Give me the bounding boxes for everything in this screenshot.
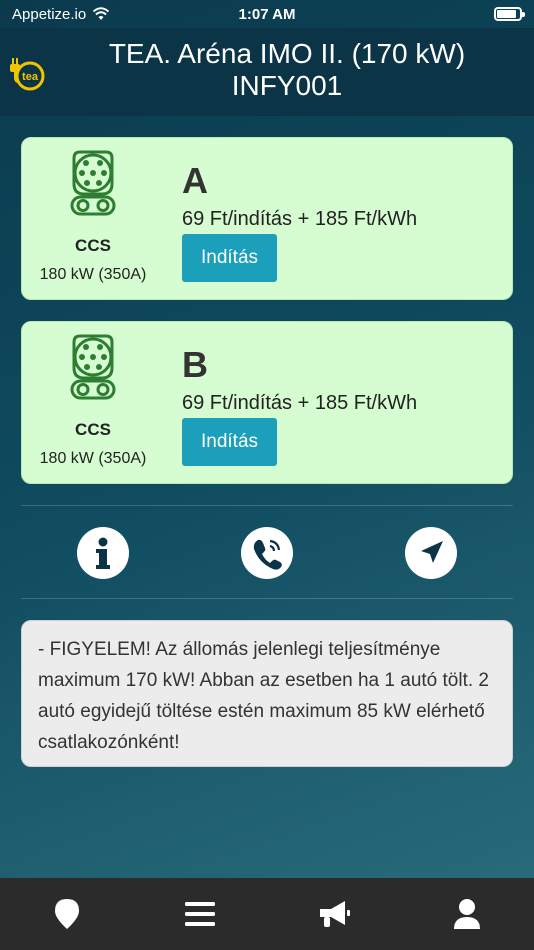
tab-map[interactable] — [37, 884, 97, 944]
tab-bar — [0, 878, 534, 950]
tab-list[interactable] — [170, 884, 230, 944]
tab-profile[interactable] — [437, 884, 497, 944]
menu-icon — [185, 902, 216, 926]
connector-type: CCS — [75, 420, 111, 439]
call-button[interactable] — [241, 527, 293, 579]
user-icon — [454, 899, 481, 929]
connector-price: 69 Ft/indítás + 185 Ft/kWh — [182, 392, 418, 414]
station-id: INFY001 — [231, 70, 343, 101]
info-icon — [96, 537, 110, 569]
ccs-connector-icon — [70, 334, 116, 400]
station-name: TEA. Aréna IMO II. (170 kW) — [108, 38, 466, 69]
info-button[interactable] — [77, 527, 129, 579]
tea-logo[interactable]: tea — [8, 54, 46, 92]
tab-news[interactable] — [304, 884, 364, 944]
ccs-connector-icon — [70, 150, 116, 216]
status-left: Appetize.io — [12, 6, 110, 23]
connector-type: CCS — [75, 236, 111, 255]
phone-icon — [253, 539, 282, 570]
notice-text: - FIGYELEM! Az állomás jelenlegi teljesí… — [38, 639, 489, 753]
connector-price: 69 Ft/indítás + 185 Ft/kWh — [182, 208, 418, 230]
connector-letter: A — [182, 160, 208, 201]
navigation-arrow-icon — [421, 541, 443, 563]
connector-power: 180 kW (350A) — [39, 266, 147, 283]
connector-letter: B — [182, 344, 208, 385]
station-title: TEA. Aréna IMO II. (170 kW) INFY001 — [50, 38, 524, 102]
start-charging-button-b[interactable]: Indítás — [182, 418, 277, 466]
start-charging-button-a[interactable]: Indítás — [182, 234, 277, 282]
wifi-icon — [93, 7, 110, 20]
connector-card-b: CCS 180 kW (350A) B 69 Ft/indítás + 185 … — [21, 321, 513, 484]
connector-power: 180 kW (350A) — [39, 450, 147, 467]
navigate-button[interactable] — [405, 527, 457, 579]
map-pin-icon — [54, 899, 79, 929]
status-bar: Appetize.io 1:07 AM — [0, 0, 534, 28]
station-notice: - FIGYELEM! Az állomás jelenlegi teljesí… — [21, 620, 513, 767]
logo-text: tea — [22, 71, 39, 83]
app-header: tea TEA. Aréna IMO II. (170 kW) INFY001 — [0, 28, 534, 116]
divider-bottom — [21, 598, 513, 599]
battery-icon — [494, 7, 525, 21]
connector-card-a: CCS 180 kW (350A) A 69 Ft/indítás + 185 … — [21, 137, 513, 300]
megaphone-icon — [319, 901, 350, 927]
divider-top — [21, 505, 513, 506]
battery-fill — [497, 10, 516, 18]
carrier-label: Appetize.io — [12, 5, 87, 23]
